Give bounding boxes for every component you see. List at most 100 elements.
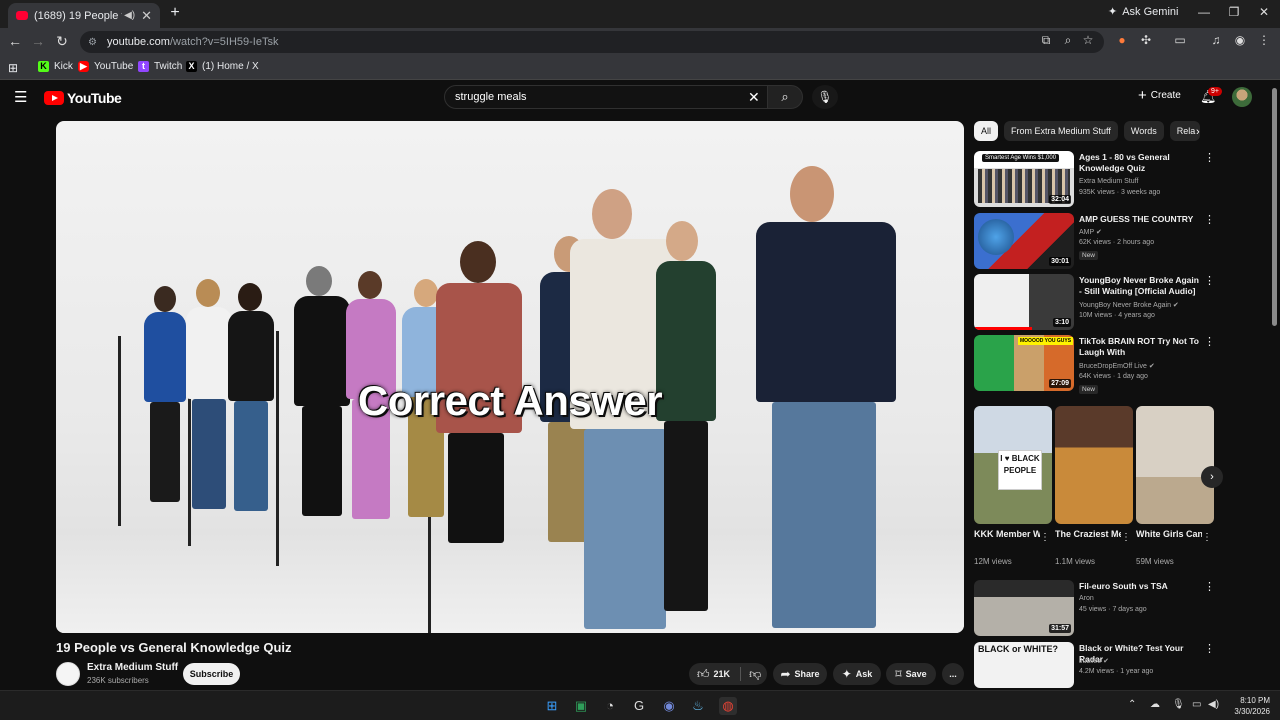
network-icon[interactable]: ▭ [1192, 699, 1201, 710]
recommendation-title[interactable]: AMP GUESS THE COUNTRY [1079, 214, 1201, 225]
more-vertical-icon[interactable]: ⋮ [1204, 642, 1214, 655]
more-vertical-icon[interactable]: ⋮ [1204, 335, 1215, 348]
ask-gemini-button[interactable]: ✦ Ask Gemini [1108, 5, 1178, 19]
bookmark-star-icon[interactable]: ☆ [1080, 33, 1096, 47]
more-vertical-icon[interactable]: ⋮ [1204, 151, 1215, 164]
search-input[interactable]: struggle meals [444, 85, 768, 109]
profile-icon[interactable]: ◉ [1232, 33, 1248, 47]
short-item[interactable]: White Girls Can't Danc... 59M views ⋮ [1136, 406, 1214, 566]
bookmark-x[interactable]: X (1) Home / X [186, 61, 259, 72]
recommendation-title[interactable]: Fil-euro South vs TSA [1079, 581, 1201, 592]
system-clock[interactable]: 8:10 PM 3/30/2026 [1222, 695, 1270, 717]
recommendation-item[interactable]: 30:01 AMP GUESS THE COUNTRY AMP ✔ 62K vi… [974, 213, 1215, 269]
github-desktop-icon[interactable]: ◔ [601, 697, 619, 715]
dislike-thumb-icon[interactable]: 👎︎ [749, 667, 761, 682]
chrome-icon[interactable]: ◍ [719, 697, 737, 715]
bookmark-kick[interactable]: K Kick [38, 61, 73, 72]
short-thumbnail[interactable] [1055, 406, 1133, 524]
windows-start-icon[interactable]: ⊞ [543, 697, 561, 715]
more-vertical-icon[interactable]: ⋮ [1204, 580, 1215, 593]
excel-app-icon[interactable]: ▣ [572, 697, 590, 715]
cloud-icon[interactable]: ☁ [1150, 699, 1160, 710]
bookmark-youtube[interactable]: ▶ YouTube [78, 61, 133, 72]
speaker-icon[interactable]: ◀) [124, 10, 135, 21]
video-thumbnail[interactable]: 3:10 [974, 274, 1074, 330]
recommendation-item[interactable]: Smartest Age Wins $1,000 32:04 Ages 1 - … [974, 151, 1215, 207]
recommendation-item[interactable]: MOOOOD YOU GUYS 27:09 TikTok BRAIN ROT T… [974, 335, 1215, 394]
video-thumbnail[interactable]: 31:57 [974, 580, 1074, 636]
minimize-window-icon[interactable]: — [1196, 5, 1212, 19]
cast-icon[interactable]: ▭ [1172, 33, 1188, 47]
chips-next-chevron-icon[interactable]: › [1196, 126, 1200, 138]
subscribe-button[interactable]: Subscribe [183, 663, 240, 685]
create-button[interactable]: + Create [1138, 88, 1181, 103]
more-vertical-icon[interactable]: ⋮ [1204, 274, 1215, 287]
like-count[interactable]: 21K [714, 669, 731, 679]
recommendation-item[interactable]: 3:10 YoungBoy Never Broke Again - Still … [974, 274, 1215, 330]
more-vertical-icon[interactable]: ⋮ [1204, 213, 1215, 226]
discord-icon[interactable]: ◉ [660, 697, 678, 715]
recommendation-item[interactable]: 31:57 Fil-euro South vs TSA Aron 45 view… [974, 580, 1215, 636]
recommendation-channel[interactable]: Aron [1079, 595, 1094, 602]
browser-menu-icon[interactable]: ⋮ [1256, 33, 1272, 47]
more-vertical-icon[interactable]: ⋮ [1040, 532, 1050, 543]
chip-all[interactable]: All [974, 121, 999, 141]
site-info-icon[interactable]: ⚙ [88, 37, 97, 48]
new-tab-button[interactable]: + [166, 5, 184, 23]
volume-icon[interactable]: ◀) [1208, 699, 1219, 710]
chip-from-channel[interactable]: From Extra Medium Stuff [1004, 121, 1118, 141]
close-window-icon[interactable]: ✕ [1256, 5, 1272, 19]
like-thumb-icon[interactable]: 👍︎ [697, 667, 710, 682]
recommendation-channel[interactable]: Jubilee ✔ [1079, 657, 1109, 665]
save-button[interactable]: ⌑ Save [886, 663, 936, 685]
browser-tab-active[interactable]: (1689) 19 People vs General Knowledge Qu… [8, 3, 160, 28]
recommendation-item[interactable]: BLACK or WHITE? Black or White? Test You… [974, 642, 1214, 688]
microphone-icon[interactable]: 🎙︎ [1172, 699, 1185, 710]
hamburger-menu-icon[interactable]: ☰ [14, 88, 27, 106]
extension-icon[interactable]: ● [1114, 33, 1130, 47]
video-thumbnail[interactable]: MOOOOD YOU GUYS 27:09 [974, 335, 1074, 391]
short-title[interactable]: KKK Member Was NOT ... [974, 528, 1040, 540]
install-app-icon[interactable]: ⧉ [1038, 33, 1054, 48]
g-hub-icon[interactable]: G [630, 697, 648, 715]
youtube-logo[interactable]: YouTube [44, 90, 122, 106]
forward-arrow-icon[interactable]: → [29, 33, 47, 49]
zoom-icon[interactable]: ⌕ [1060, 33, 1076, 48]
recommendation-title[interactable]: Ages 1 - 80 vs General Knowledge Quiz [1079, 152, 1201, 174]
apps-grid-icon[interactable]: ⊞ [8, 61, 18, 75]
recommendation-channel[interactable]: BruceDropEmOff Live ✔ [1079, 362, 1155, 370]
extensions-puzzle-icon[interactable]: ✣ [1138, 33, 1154, 47]
clear-search-icon[interactable]: ✕ [748, 89, 760, 106]
recommendation-title[interactable]: YoungBoy Never Broke Again - Still Waiti… [1079, 275, 1201, 297]
shorts-next-chevron-icon[interactable]: › [1201, 466, 1223, 488]
short-title[interactable]: The Craziest Mexican ... [1055, 528, 1121, 540]
close-tab-icon[interactable]: ✕ [141, 8, 152, 24]
more-vertical-icon[interactable]: ⋮ [1121, 532, 1131, 543]
channel-avatar[interactable] [56, 662, 80, 686]
short-item[interactable]: The Craziest Mexican ... 1.1M views ⋮ [1055, 406, 1133, 566]
ask-button[interactable]: ✦ Ask [833, 663, 881, 685]
recommendation-title[interactable]: TikTok BRAIN ROT Try Not To Laugh With B… [1079, 336, 1201, 359]
more-actions-button[interactable]: ... [942, 663, 964, 685]
bookmark-twitch[interactable]: t Twitch [138, 61, 182, 72]
search-button[interactable]: ⌕ [767, 85, 803, 109]
channel-name[interactable]: Extra Medium Stuff [87, 662, 178, 673]
page-scrollbar[interactable] [1272, 88, 1277, 326]
more-vertical-icon[interactable]: ⋮ [1202, 532, 1212, 543]
media-controls-icon[interactable]: ♫ [1208, 33, 1224, 47]
short-thumbnail[interactable]: I ♥ BLACK PEOPLE [974, 406, 1052, 524]
video-thumbnail[interactable]: 30:01 [974, 213, 1074, 269]
short-title[interactable]: White Girls Can't Danc... [1136, 528, 1202, 540]
tray-overflow-chevron-icon[interactable]: ⌃ [1128, 699, 1136, 710]
reload-icon[interactable]: ↻ [53, 33, 71, 50]
user-avatar[interactable] [1232, 87, 1252, 107]
short-thumbnail[interactable] [1136, 406, 1214, 524]
back-arrow-icon[interactable]: ← [6, 33, 24, 49]
video-player[interactable]: Correct Answer [56, 121, 964, 633]
recommendation-channel[interactable]: Extra Medium Stuff [1079, 178, 1138, 185]
recommendation-channel[interactable]: YoungBoy Never Broke Again ✔ [1079, 301, 1179, 309]
share-button[interactable]: ➦ Share [773, 663, 827, 685]
short-item[interactable]: I ♥ BLACK PEOPLE KKK Member Was NOT ... … [974, 406, 1052, 566]
video-thumbnail[interactable]: BLACK or WHITE? [974, 642, 1074, 688]
video-thumbnail[interactable]: Smartest Age Wins $1,000 32:04 [974, 151, 1074, 207]
